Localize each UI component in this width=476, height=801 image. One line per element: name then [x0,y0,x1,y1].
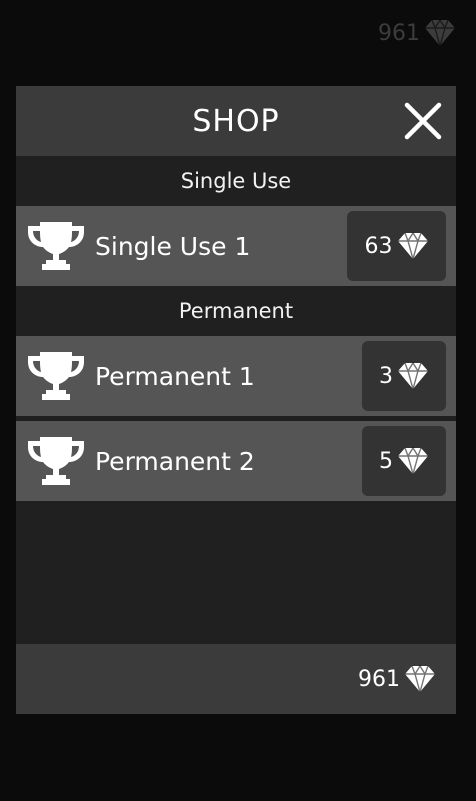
gem-count-top: 961 [378,20,420,46]
section-label-single-use: Single Use [180,169,292,193]
buy-button[interactable]: 3 [362,341,446,411]
section-label-permanent: Permanent [178,299,294,323]
shop-item-permanent-1[interactable]: Permanent 1 3 [16,336,456,416]
shop-title: SHOP [192,103,280,139]
gem-balance-top: 961 [378,18,456,48]
close-icon[interactable] [404,102,442,140]
price-value: 63 [364,233,393,259]
shop-header: SHOP [16,86,456,156]
diamond-icon [424,18,456,48]
diamond-icon [397,446,429,476]
trophy-icon [26,435,86,487]
item-name: Permanent 2 [95,446,255,476]
item-name: Permanent 1 [95,361,255,391]
trophy-icon [26,350,86,402]
price-value: 5 [379,448,393,474]
shop-footer: 961 [16,644,456,714]
item-name: Single Use 1 [95,231,251,261]
gem-balance-footer: 961 [358,644,436,714]
diamond-icon [397,231,429,261]
shop-panel: SHOP Single Use Single Use 1 63 Permanen… [16,86,456,714]
trophy-icon [26,220,86,272]
price-value: 3 [379,363,393,389]
shop-item-single-use-1[interactable]: Single Use 1 63 [16,206,456,286]
buy-button[interactable]: 5 [362,426,446,496]
shop-item-permanent-2[interactable]: Permanent 2 5 [16,421,456,501]
gem-count-footer: 961 [358,666,400,692]
diamond-icon [404,664,436,694]
buy-button[interactable]: 63 [347,211,446,281]
diamond-icon [397,361,429,391]
